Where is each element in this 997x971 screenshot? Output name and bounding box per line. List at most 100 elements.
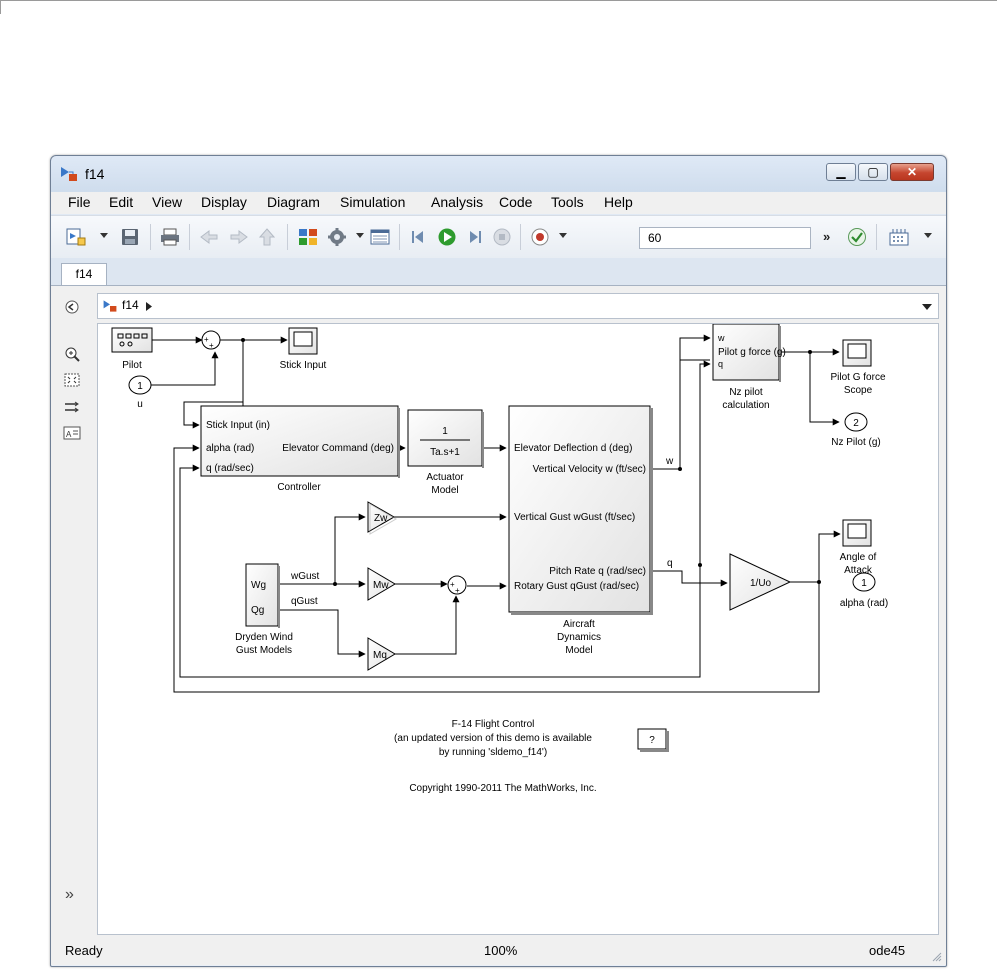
menu-view[interactable]: View — [152, 194, 182, 210]
pilot-g-force-scope[interactable] — [842, 339, 872, 367]
outport-alpha-label: alpha (rad) — [840, 598, 888, 609]
arrange-signals-icon[interactable] — [63, 399, 81, 415]
close-button[interactable]: ✕ — [890, 163, 934, 181]
menu-bar: File Edit View Display Diagram Simulatio… — [51, 192, 946, 214]
menu-help[interactable]: Help — [604, 194, 633, 210]
solver-name[interactable]: ode45 — [869, 943, 905, 958]
menu-simulation[interactable]: Simulation — [340, 194, 405, 210]
gain-zw-label: Zw — [374, 513, 388, 524]
back-arrow-icon[interactable] — [198, 227, 220, 247]
status-bar: Ready 100% ode45 — [51, 935, 946, 965]
resize-grip-icon[interactable] — [932, 952, 942, 962]
inport-u-label: u — [137, 399, 143, 410]
actuator-label-2: Model — [431, 485, 458, 496]
run-icon[interactable] — [436, 227, 458, 247]
toolbar-overflow-button[interactable]: » — [823, 229, 830, 244]
close-icon: ✕ — [906, 165, 918, 179]
aircraft-out-velocity: Vertical Velocity w (ft/sec) — [533, 464, 646, 475]
sum2-plus-2: + — [455, 586, 460, 595]
library-browser-icon[interactable] — [297, 227, 319, 247]
zoom-in-icon[interactable] — [63, 346, 81, 362]
new-model-icon[interactable] — [65, 227, 87, 247]
controller-in-alpha: alpha (rad) — [206, 443, 254, 454]
angle-of-attack-scope[interactable] — [842, 519, 872, 547]
left-palette: A » — [51, 286, 95, 936]
window-title: f14 — [85, 166, 105, 182]
signal-qgust-label: qGust — [291, 596, 318, 607]
hardware-board-icon[interactable] — [888, 227, 910, 247]
menu-display[interactable]: Display — [201, 194, 247, 210]
new-model-dropdown-icon[interactable] — [100, 233, 108, 238]
menu-edit[interactable]: Edit — [109, 194, 133, 210]
dryden-qg: Qg — [251, 605, 264, 616]
print-icon[interactable] — [159, 227, 181, 247]
pilot-scope-label-1: Pilot G force — [830, 372, 885, 383]
stop-time-input[interactable]: 60 — [639, 227, 811, 249]
menu-code[interactable]: Code — [499, 194, 532, 210]
maximize-icon: ▢ — [867, 165, 879, 179]
record-icon[interactable] — [529, 227, 551, 247]
hide-explorer-icon[interactable] — [63, 299, 81, 315]
gain-mw-label: Mw — [373, 580, 389, 591]
tab-f14[interactable]: f14 — [61, 263, 107, 285]
minimize-button[interactable]: ▁ — [826, 163, 856, 181]
pilot-scope-label-2: Scope — [844, 385, 873, 396]
controller-in-q: q (rad/sec) — [206, 463, 254, 474]
menu-file[interactable]: File — [68, 194, 91, 210]
copyright-note: Copyright 1990-2011 The MathWorks, Inc. — [409, 783, 596, 794]
maximize-button[interactable]: ▢ — [858, 163, 888, 181]
model-settings-gear-icon[interactable] — [326, 227, 348, 247]
fit-to-view-icon[interactable] — [63, 372, 81, 388]
toolbar-separator — [150, 224, 151, 250]
aircraft-label-2: Dynamics — [557, 632, 601, 643]
stick-input-scope[interactable] — [288, 327, 318, 355]
stick-input-label: Stick Input — [280, 360, 327, 371]
gain-uo-label: 1/Uo — [750, 578, 772, 589]
signal-q-label: q — [667, 558, 673, 569]
sum-block-1[interactable]: + + — [201, 330, 221, 350]
block-diagram: Pilot + + Stick Input 1 u Stick Input (i… — [111, 324, 888, 794]
nz-out-g-force: Pilot g force (g) — [718, 347, 786, 358]
toolbar-separator — [876, 224, 877, 250]
sum-block-2[interactable]: + + — [447, 575, 467, 595]
nz-in-q: q — [718, 359, 723, 369]
note-line-2: (an updated version of this demo is avai… — [394, 733, 592, 744]
editor-area: A » f14 Pilot + + Stick Input 1 u Stick … — [51, 285, 946, 936]
note-title: F-14 Flight Control — [452, 719, 535, 730]
model-explorer-icon[interactable] — [369, 227, 391, 247]
toolbar: 60 » — [51, 215, 946, 259]
dryden-label-1: Dryden Wind — [235, 632, 293, 643]
breadcrumb-model[interactable]: f14 — [122, 298, 139, 312]
menu-diagram[interactable]: Diagram — [267, 194, 320, 210]
breadcrumb-arrow-icon — [146, 302, 152, 311]
dryden-wind-block[interactable] — [245, 563, 280, 628]
menu-analysis[interactable]: Analysis — [431, 194, 483, 210]
up-arrow-icon[interactable] — [256, 227, 278, 247]
controller-out-elevator: Elevator Command (deg) — [282, 443, 394, 454]
pilot-block[interactable] — [111, 327, 153, 353]
tab-bar: f14 — [51, 258, 946, 285]
breadcrumb-dropdown-icon[interactable] — [922, 304, 932, 310]
title-bar: f14 ▁ ▢ ✕ — [51, 156, 946, 190]
nz-in-w: w — [717, 333, 725, 343]
step-forward-icon[interactable] — [463, 227, 485, 247]
svg-text:A: A — [66, 430, 72, 439]
menu-tools[interactable]: Tools — [551, 194, 584, 210]
model-canvas[interactable]: Pilot + + Stick Input 1 u Stick Input (i… — [97, 323, 939, 935]
simulink-model-icon — [61, 167, 77, 181]
expand-palette-icon[interactable]: » — [65, 886, 74, 904]
hardware-dropdown-icon[interactable] — [924, 233, 932, 238]
actuator-label-1: Actuator — [426, 472, 464, 483]
save-icon[interactable] — [119, 227, 141, 247]
outport-nz-label: Nz Pilot (g) — [831, 437, 880, 448]
actuator-block[interactable] — [407, 409, 484, 468]
stop-icon[interactable] — [491, 227, 513, 247]
settings-dropdown-icon[interactable] — [356, 233, 364, 238]
zoom-level: 100% — [484, 943, 518, 958]
forward-arrow-icon[interactable] — [228, 227, 250, 247]
update-diagram-check-icon[interactable] — [846, 227, 868, 247]
record-dropdown-icon[interactable] — [559, 233, 567, 238]
step-back-icon[interactable] — [408, 227, 430, 247]
breadcrumb: f14 — [97, 293, 939, 319]
annotation-icon[interactable]: A — [63, 425, 81, 441]
